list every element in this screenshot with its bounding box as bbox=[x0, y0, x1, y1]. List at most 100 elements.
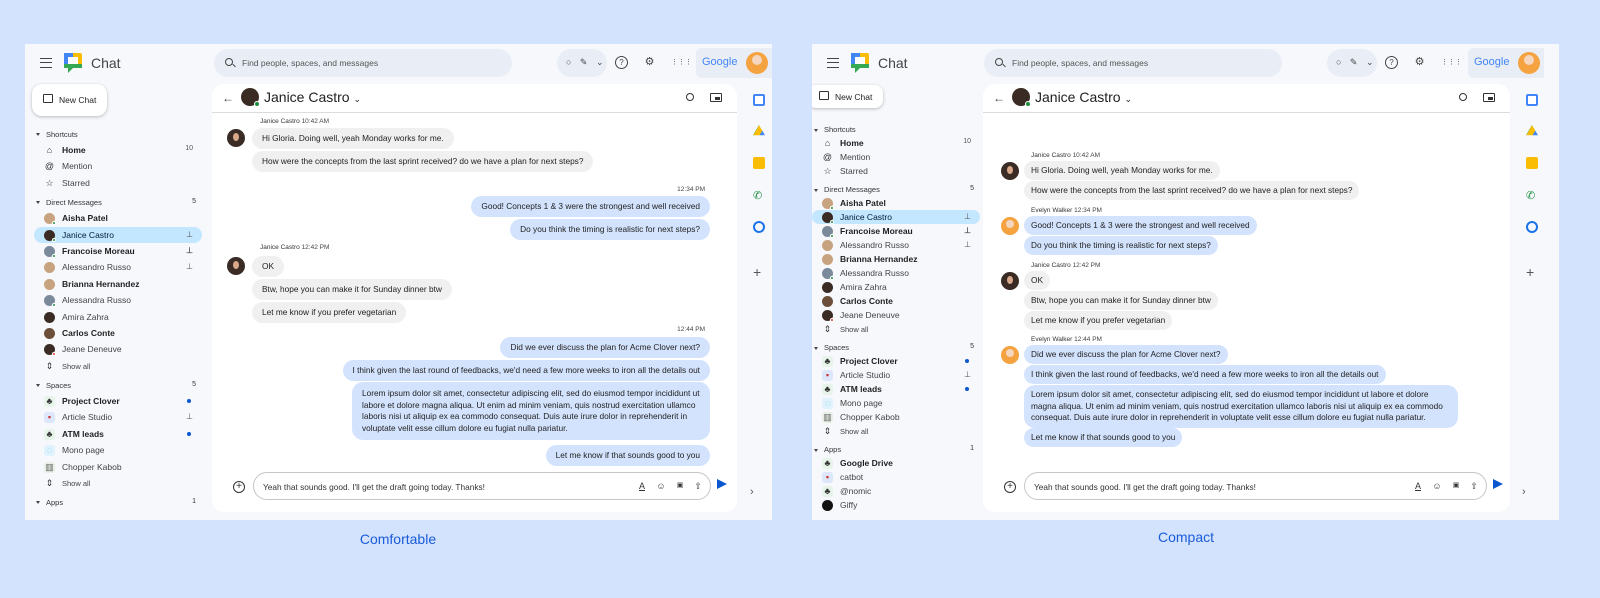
upload-icon[interactable]: ⇧ bbox=[693, 481, 703, 492]
format-text-icon[interactable]: A bbox=[1413, 481, 1423, 491]
space-mono-page[interactable]: ◌ Mono page bbox=[25, 442, 202, 458]
dm-amira-zahra[interactable]: Amira Zahra bbox=[25, 309, 202, 325]
sidebar-item-starred[interactable]: ☆ Starred bbox=[812, 164, 980, 178]
emoji-icon[interactable]: ☺ bbox=[1432, 481, 1442, 491]
drive-icon[interactable] bbox=[753, 125, 765, 136]
main-menu-icon[interactable] bbox=[40, 58, 52, 68]
dm-carlos-conte[interactable]: Carlos Conte bbox=[25, 325, 202, 341]
dm-francoise-moreau[interactable]: Francoise Moreau ⊥ bbox=[812, 224, 980, 238]
chat-title[interactable]: Janice Castro ⌄ bbox=[264, 89, 361, 105]
space-atm-leads[interactable]: ♣ ATM leads bbox=[812, 382, 980, 396]
dm-janice-castro[interactable]: Janice Castro ⊥ bbox=[34, 226, 202, 243]
search-in-chat-icon[interactable] bbox=[686, 93, 694, 101]
sidebar-item-home[interactable]: ⌂ Home 10 bbox=[25, 142, 202, 158]
space-project-clover[interactable]: ♣ Project Clover bbox=[25, 393, 202, 409]
apps-grid-icon[interactable]: ⋮⋮⋮ bbox=[1441, 56, 1462, 69]
account-button[interactable]: Google bbox=[696, 48, 772, 78]
message-input[interactable]: Yeah that sounds good. I'll get the draf… bbox=[253, 472, 711, 500]
dm-alessandro-russo[interactable]: Alessandro Russo ⊥ bbox=[25, 259, 202, 275]
section-apps[interactable]: Apps 1 bbox=[25, 494, 205, 510]
tasks-icon[interactable] bbox=[753, 221, 765, 233]
new-chat-button[interactable]: New Chat bbox=[812, 85, 883, 108]
search-input[interactable]: Find people, spaces, and messages bbox=[214, 49, 512, 77]
section-direct-messages[interactable]: Direct Messages 5 bbox=[812, 182, 983, 196]
add-attachment-icon[interactable]: + bbox=[1004, 481, 1016, 493]
expand-panel-icon[interactable]: › bbox=[1522, 486, 1526, 498]
chat-title[interactable]: Janice Castro ⌄ bbox=[1035, 89, 1132, 105]
voice-icon[interactable]: ✆ bbox=[1526, 189, 1538, 202]
sidebar-item-home[interactable]: ⌂ Home 10 bbox=[812, 136, 980, 150]
section-direct-messages[interactable]: Direct Messages 5 bbox=[25, 194, 205, 210]
add-app-icon[interactable]: + bbox=[753, 265, 765, 279]
dm-alessandra-russo[interactable]: Alessandra Russo bbox=[812, 266, 980, 280]
space-article-studio[interactable]: ▪ Article Studio ⊥ bbox=[25, 409, 202, 425]
add-attachment-icon[interactable]: + bbox=[233, 481, 245, 493]
apps-grid-icon[interactable]: ⋮⋮⋮ bbox=[671, 56, 692, 69]
picture-in-picture-icon[interactable] bbox=[710, 93, 722, 102]
new-chat-button[interactable]: New Chat bbox=[32, 84, 107, 116]
dm-alessandra-russo[interactable]: Alessandra Russo bbox=[25, 292, 202, 308]
dm-aisha-patel[interactable]: Aisha Patel bbox=[812, 196, 980, 210]
space-mono-page[interactable]: ◌ Mono page bbox=[812, 396, 980, 410]
space-atm-leads[interactable]: ♣ ATM leads bbox=[25, 426, 202, 442]
dm-brianna-hernandez[interactable]: Brianna Hernandez bbox=[25, 276, 202, 292]
show-all-spaces[interactable]: ⇕ Show all bbox=[25, 475, 202, 491]
dm-jeane-deneuve[interactable]: Jeane Deneuve bbox=[812, 308, 980, 322]
search-in-chat-icon[interactable] bbox=[1459, 93, 1467, 101]
expand-panel-icon[interactable]: › bbox=[750, 486, 754, 498]
sidebar-item-mention[interactable]: @ Mention bbox=[812, 150, 980, 164]
section-shortcuts[interactable]: Shortcuts bbox=[812, 122, 983, 136]
send-icon[interactable] bbox=[717, 479, 727, 489]
show-all-spaces[interactable]: ⇕ Show all bbox=[812, 424, 980, 438]
keep-icon[interactable] bbox=[753, 157, 765, 169]
upload-icon[interactable]: ⇧ bbox=[1469, 481, 1479, 492]
help-icon[interactable]: ? bbox=[615, 56, 628, 69]
account-button[interactable]: Google bbox=[1468, 48, 1544, 78]
message-input[interactable]: Yeah that sounds good. I'll get the draf… bbox=[1024, 472, 1487, 500]
sidebar-item-mention[interactable]: @ Mention bbox=[25, 158, 202, 174]
app-giffy[interactable]: Giffy bbox=[812, 498, 980, 512]
tasks-icon[interactable] bbox=[1526, 221, 1538, 233]
space-chopper-kabob[interactable]: ▥ Chopper Kabob bbox=[25, 459, 202, 475]
app-nomic[interactable]: ♣ @nomic bbox=[812, 484, 980, 498]
add-app-icon[interactable]: + bbox=[1526, 265, 1538, 279]
dm-brianna-hernandez[interactable]: Brianna Hernandez bbox=[812, 252, 980, 266]
app-google-drive[interactable]: ♣ Google Drive bbox=[812, 456, 980, 470]
drive-icon[interactable] bbox=[1526, 125, 1538, 136]
show-all-dms[interactable]: ⇕ Show all bbox=[812, 322, 980, 336]
status-dropdown[interactable]: ○ ✎ ⌄ bbox=[1327, 49, 1377, 77]
dm-carlos-conte[interactable]: Carlos Conte bbox=[812, 294, 980, 308]
main-menu-icon[interactable] bbox=[827, 58, 839, 68]
space-article-studio[interactable]: ▪ Article Studio ⊥ bbox=[812, 368, 980, 382]
picture-in-picture-icon[interactable] bbox=[1483, 93, 1495, 102]
emoji-icon[interactable]: ☺ bbox=[656, 481, 666, 491]
show-all-dms[interactable]: ⇕ Show all bbox=[25, 358, 202, 374]
dm-janice-castro[interactable]: Janice Castro ⊥ bbox=[812, 210, 980, 224]
section-shortcuts[interactable]: Shortcuts bbox=[25, 126, 205, 142]
space-project-clover[interactable]: ♣ Project Clover bbox=[812, 354, 980, 368]
keep-icon[interactable] bbox=[1526, 157, 1538, 169]
gif-icon[interactable]: ▣ bbox=[675, 481, 685, 489]
status-dropdown[interactable]: ○ ✎ ⌄ bbox=[557, 49, 607, 77]
calendar-icon[interactable] bbox=[1526, 94, 1538, 106]
format-text-icon[interactable]: A bbox=[637, 481, 647, 491]
section-spaces[interactable]: Spaces 5 bbox=[812, 340, 983, 354]
gif-icon[interactable]: ▣ bbox=[1451, 481, 1461, 489]
dm-amira-zahra[interactable]: Amira Zahra bbox=[812, 280, 980, 294]
settings-icon[interactable]: ⚙ bbox=[1413, 56, 1426, 69]
back-arrow-icon[interactable]: ← bbox=[993, 91, 1005, 105]
dm-jeane-deneuve[interactable]: Jeane Deneuve bbox=[25, 341, 202, 357]
search-input[interactable]: Find people, spaces, and messages bbox=[984, 49, 1282, 77]
sidebar-item-starred[interactable]: ☆ Starred bbox=[25, 175, 202, 191]
dm-aisha-patel[interactable]: Aisha Patel bbox=[25, 210, 202, 226]
send-icon[interactable] bbox=[1493, 479, 1503, 489]
dm-francoise-moreau[interactable]: Francoise Moreau ⊥ bbox=[25, 243, 202, 259]
settings-icon[interactable]: ⚙ bbox=[643, 56, 656, 69]
section-apps[interactable]: Apps 1 bbox=[812, 442, 983, 456]
back-arrow-icon[interactable]: ← bbox=[222, 91, 234, 105]
dm-alessandro-russo[interactable]: Alessandro Russo ⊥ bbox=[812, 238, 980, 252]
app-catbot[interactable]: ▪ catbot bbox=[812, 470, 980, 484]
section-spaces[interactable]: Spaces 5 bbox=[25, 377, 205, 393]
voice-icon[interactable]: ✆ bbox=[753, 189, 765, 202]
space-chopper-kabob[interactable]: ▥ Chopper Kabob bbox=[812, 410, 980, 424]
